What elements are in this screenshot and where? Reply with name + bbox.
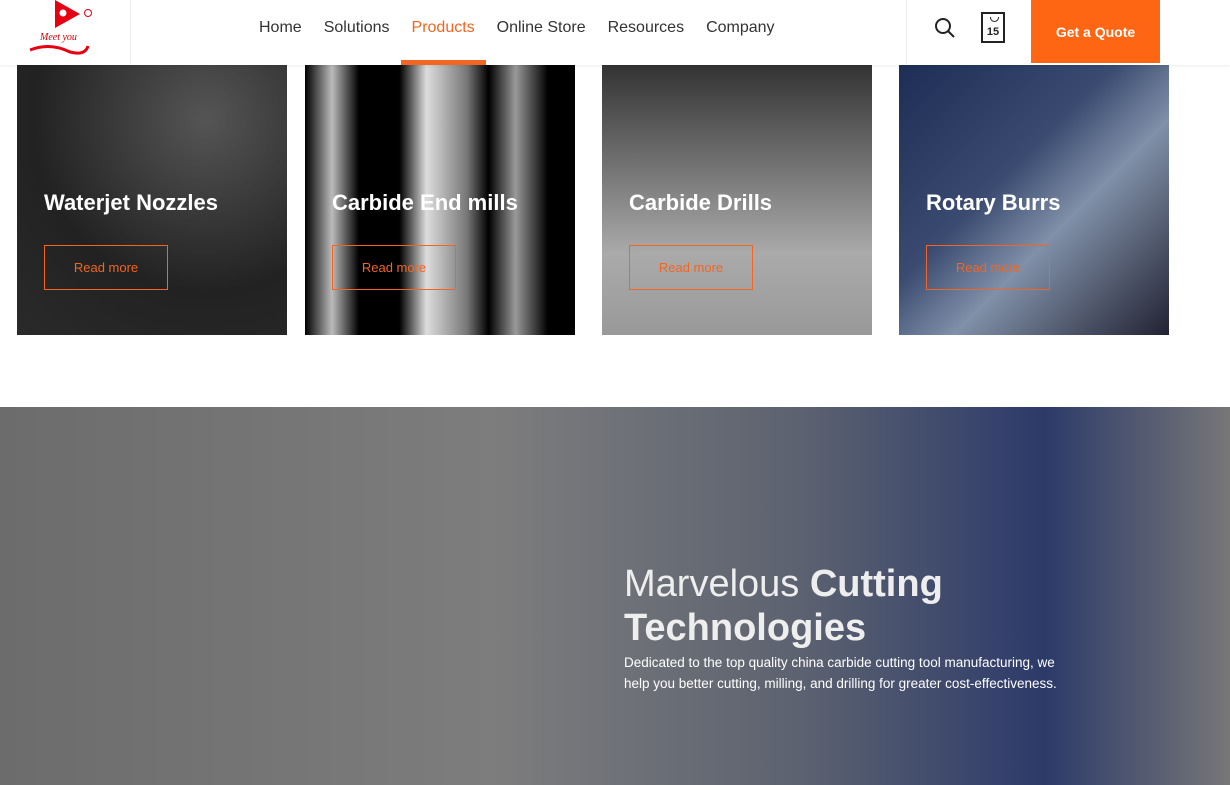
svg-text:Meet you: Meet you <box>39 32 77 43</box>
header-tools: 15 <box>906 0 1031 65</box>
nav-solutions[interactable]: Solutions <box>313 0 401 65</box>
nav-products[interactable]: Products <box>400 0 486 65</box>
nav-home[interactable]: Home <box>248 0 313 65</box>
get-quote-button[interactable]: Get a Quote <box>1031 0 1160 63</box>
calendar-icon[interactable]: 15 <box>981 12 1005 43</box>
main-nav: Home Solutions Products Online Store Res… <box>248 0 786 65</box>
read-more-button[interactable]: Read more <box>629 245 753 290</box>
search-icon[interactable] <box>934 17 956 44</box>
product-card-rotary-burrs[interactable]: Rotary Burrs Read more <box>899 65 1169 335</box>
hero-description: Dedicated to the top quality china carbi… <box>624 655 1057 691</box>
hero-banner: Marvelous Cutting Technologies Dedicated … <box>0 407 1230 785</box>
site-header: Meet you Home Solutions Products Online … <box>0 0 1230 65</box>
card-title: Waterjet Nozzles <box>44 190 219 215</box>
card-title: Carbide Drills <box>629 190 773 215</box>
hero-title-bold-2: Technologies <box>624 607 867 649</box>
hero-title-light: Marvelous <box>624 563 810 605</box>
nav-company[interactable]: Company <box>695 0 785 65</box>
read-more-button[interactable]: Read more <box>44 245 168 290</box>
nav-online-store[interactable]: Online Store <box>486 0 597 65</box>
read-more-button[interactable]: Read more <box>926 245 1050 290</box>
product-card-waterjet-nozzles[interactable]: Waterjet Nozzles Read more <box>17 65 287 335</box>
read-more-button[interactable]: Read more <box>332 245 456 290</box>
product-card-carbide-end-mills[interactable]: Carbide End mills Read more <box>305 65 575 335</box>
card-title: Carbide End mills <box>332 190 518 215</box>
hero-title-bold: Cutting <box>809 563 943 605</box>
product-card-carbide-drills[interactable]: Carbide Drills Read more <box>602 65 872 335</box>
nav-resources[interactable]: Resources <box>597 0 695 65</box>
logo[interactable]: Meet you <box>0 0 131 65</box>
card-title: Rotary Burrs <box>926 190 1061 215</box>
hero-title: Marvelous Cutting Technologies <box>624 562 1044 650</box>
